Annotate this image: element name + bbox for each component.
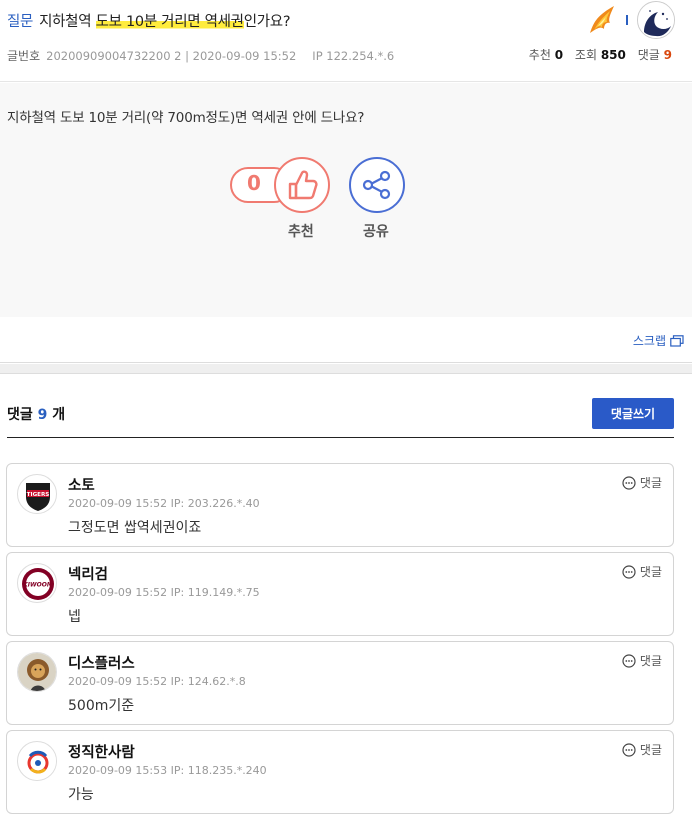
avatar[interactable] (17, 652, 57, 692)
comments-stat-count: 9 (663, 48, 672, 62)
comment-card: KIWOOM 넥리검 2020-09-09 15:52 IP: 119.149.… (6, 552, 674, 636)
comment-meta: 2020-09-09 15:52 IP: 203.226.*.40 (68, 497, 260, 510)
kiwoom-logo-icon: KIWOOM (22, 568, 54, 600)
comment-ip: IP: 119.149.*.75 (170, 586, 260, 599)
speech-bubble-icon (622, 742, 636, 757)
comment-date: 2020-09-09 15:52 (68, 675, 168, 688)
thumbs-up-icon (274, 157, 330, 213)
user-level-badge-icon[interactable] (584, 3, 618, 37)
comment-meta: 2020-09-09 15:52 IP: 124.62.*.8 (68, 675, 246, 688)
comment-date: 2020-09-09 15:52 (68, 586, 168, 599)
comment-date: 2020-09-09 15:53 (68, 764, 168, 777)
post-title: 질문 지하철역 도보 10분 거리면 역세권인가요? (7, 10, 291, 31)
post-meta: 글번호 20200909004732200 2 | 2020-09-09 15:5… (7, 47, 394, 64)
speech-bubble-icon (622, 564, 636, 579)
comment-text: 넵 (68, 609, 81, 625)
scrap-label: 스크랩 (632, 334, 666, 348)
tigers-logo-icon: TIGERS (26, 483, 50, 511)
recommend-stat-count: 0 (554, 48, 564, 62)
comment-ip: IP: 124.62.*.8 (170, 675, 246, 688)
title-text-post: 인가요? (243, 14, 291, 30)
reply-button[interactable]: 댓글 (622, 474, 662, 491)
lion-avatar-icon (18, 653, 56, 691)
post-stats: 추천 0 조회 850 댓글 9 (529, 46, 672, 63)
comment-author[interactable]: 정직한사람 (68, 741, 135, 762)
comment-date: 2020-09-09 15:52 (68, 497, 168, 510)
comments-title-post: 개 (47, 407, 66, 423)
comments-rule (7, 437, 674, 438)
svg-text:TIGERS: TIGERS (27, 492, 50, 498)
header-divider (626, 15, 628, 25)
post-header: 질문 지하철역 도보 10분 거리면 역세권인가요? 글번호 20200909004… (0, 0, 692, 82)
comment-author[interactable]: 디스플러스 (68, 652, 135, 673)
reply-label: 댓글 (639, 743, 662, 757)
comment-ip: IP: 203.226.*.40 (170, 497, 260, 510)
avatar[interactable] (17, 741, 57, 781)
avatar[interactable]: TIGERS (17, 474, 57, 514)
user-profile-icon[interactable] (637, 1, 675, 39)
comment-card: 디스플러스 2020-09-09 15:52 IP: 124.62.*.8 50… (6, 641, 674, 725)
scrap-icon (670, 334, 684, 347)
comment-author[interactable]: 넥리검 (68, 563, 108, 584)
views-stat-count: 850 (600, 48, 626, 62)
speech-bubble-icon (622, 475, 636, 490)
scrap-button[interactable]: 스크랩 (633, 332, 684, 349)
reply-label: 댓글 (639, 476, 662, 490)
recommend-button[interactable]: 0 (230, 157, 330, 213)
share-button[interactable] (349, 157, 405, 213)
kbo-logo-icon (19, 743, 56, 780)
share-icon (362, 170, 391, 200)
comment-text: 가능 (68, 787, 94, 803)
reply-button[interactable]: 댓글 (622, 741, 662, 758)
avatar[interactable]: KIWOOM (17, 563, 57, 603)
comments-title: 댓글 9 개 (7, 404, 65, 424)
reply-button[interactable]: 댓글 (622, 563, 662, 580)
post-ip: IP 122.254.*.6 (312, 49, 395, 63)
post-category[interactable]: 질문 (7, 14, 33, 30)
title-text-pre: 지하철역 (39, 14, 96, 30)
comment-ip: IP: 118.235.*.240 (170, 764, 267, 777)
title-text-highlight: 도보 10분 거리면 역세권 (95, 14, 244, 30)
comments-title-pre: 댓글 (7, 407, 38, 423)
comment-card: TIGERS 소토 2020-09-09 15:52 IP: 203.226.*… (6, 463, 674, 547)
comment-meta: 2020-09-09 15:52 IP: 119.149.*.75 (68, 586, 260, 599)
scrap-row: 스크랩 (0, 318, 692, 363)
reply-label: 댓글 (639, 565, 662, 579)
comment-meta: 2020-09-09 15:53 IP: 118.235.*.240 (68, 764, 267, 777)
reply-button[interactable]: 댓글 (622, 652, 662, 669)
comment-author[interactable]: 소토 (68, 474, 95, 495)
post-number-label: 글번호 (7, 49, 41, 63)
comments-title-count: 9 (37, 407, 48, 423)
post-number-date: 20200909004732200 2 | 2020-09-09 15:52 (46, 49, 297, 63)
recommend-button-count: 0 (247, 171, 261, 195)
write-comment-button[interactable]: 댓글쓰기 (592, 398, 674, 429)
post-body: 지하철역 도보 10분 거리(약 700m정도)면 역세권 안에 드나요? 0 … (0, 83, 692, 317)
post-content: 지하철역 도보 10분 거리(약 700m정도)면 역세권 안에 드나요? (7, 110, 365, 126)
section-divider (0, 364, 692, 374)
comment-card: 정직한사람 2020-09-09 15:53 IP: 118.235.*.240… (6, 730, 674, 814)
comment-text: 그정도면 쌉역세권이죠 (68, 520, 202, 536)
comments-stat-label: 댓글 (637, 48, 660, 62)
share-label: 공유 (363, 224, 389, 240)
svg-text:KIWOOM: KIWOOM (23, 582, 53, 589)
recommend-label: 추천 (288, 224, 314, 240)
reply-label: 댓글 (639, 654, 662, 668)
speech-bubble-icon (622, 653, 636, 668)
comment-text: 500m기준 (68, 698, 135, 714)
recommend-stat-label: 추천 (528, 48, 551, 62)
views-stat-label: 조회 (574, 48, 597, 62)
